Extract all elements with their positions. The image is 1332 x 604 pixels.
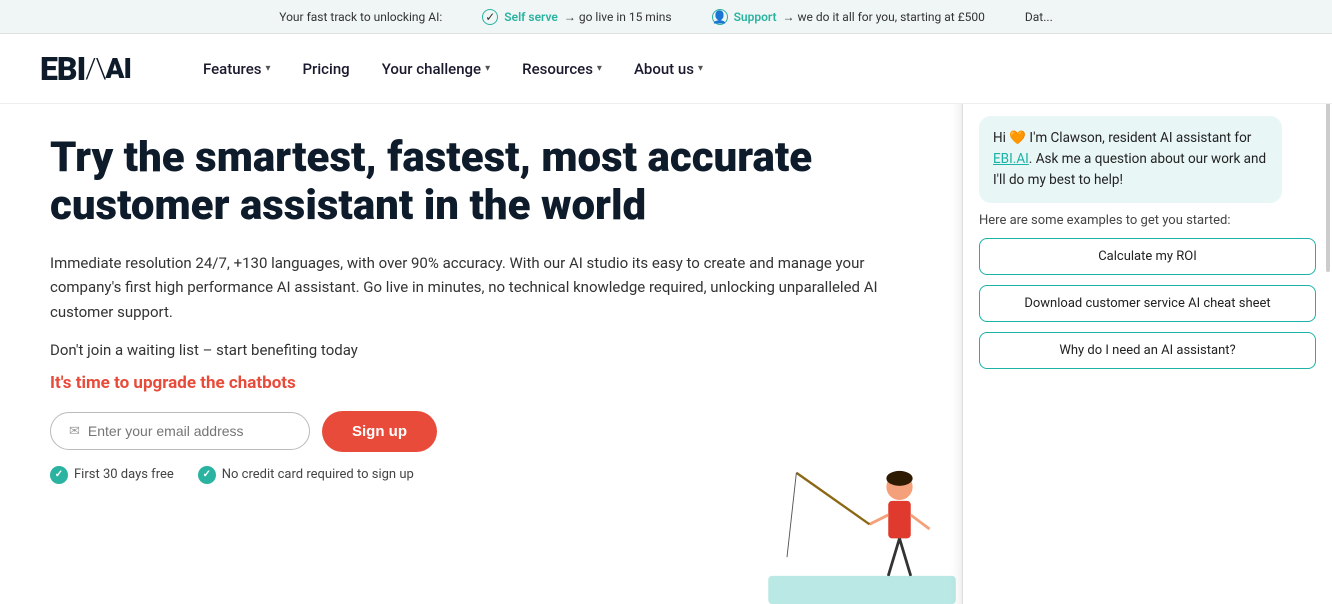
resources-chevron: ▾ xyxy=(597,63,602,74)
check-icon-1: ✓ xyxy=(50,466,68,484)
nav-link-pricing[interactable]: Pricing xyxy=(290,52,361,86)
bot-message-greeting: Hi 🧡 I'm Clawson, resident AI assistant … xyxy=(979,116,1316,203)
nav-link-features[interactable]: Features ▾ xyxy=(191,52,283,86)
hero-description: Immediate resolution 24/7, +130 language… xyxy=(50,251,910,325)
badge-free-trial: ✓ First 30 days free xyxy=(50,466,174,484)
logo-ebi: EBI xyxy=(40,50,85,88)
nav-link-challenge[interactable]: Your challenge ▾ xyxy=(370,52,502,86)
email-input-wrap[interactable]: ✉ xyxy=(50,412,310,450)
features-chevron: ▾ xyxy=(265,63,270,74)
main-area: Try the smartest, fastest, most accurate… xyxy=(0,104,1332,604)
chat-body: Clawson has joined the chat Hi 🧡 I'm Cla… xyxy=(963,104,1332,604)
badge-no-card: ✓ No credit card required to sign up xyxy=(198,466,414,484)
nav-links: Features ▾ Pricing Your challenge ▾ Reso… xyxy=(191,52,715,86)
nav-item-challenge[interactable]: Your challenge ▾ xyxy=(370,52,502,86)
email-input[interactable] xyxy=(88,423,291,439)
badge-free-label: First 30 days free xyxy=(74,467,174,482)
chat-scrollbar[interactable] xyxy=(1326,104,1330,272)
check-icon-2: ✓ xyxy=(198,466,216,484)
signup-button[interactable]: Sign up xyxy=(322,411,437,452)
top-bar-prefix: Your fast track to unlocking AI: xyxy=(279,10,442,24)
chat-bubble-greeting: Hi 🧡 I'm Clawson, resident AI assistant … xyxy=(979,116,1282,203)
nav-item-about[interactable]: About us ▾ xyxy=(622,52,715,86)
illustration xyxy=(767,454,957,604)
ebi-link[interactable]: EBI.AI xyxy=(993,151,1029,167)
navbar: EBI/\AI Features ▾ Pricing Your challeng… xyxy=(0,34,1332,104)
hero-cta-line: Don't join a waiting list – start benefi… xyxy=(50,341,910,359)
challenge-chevron: ▾ xyxy=(485,63,490,74)
logo-ai: AI xyxy=(105,52,131,85)
examples-label: Here are some examples to get you starte… xyxy=(979,213,1316,228)
chat-widget: Clawson ✕ Clawson has joined the chat Hi… xyxy=(962,104,1332,604)
hero-title: Try the smartest, fastest, most accurate… xyxy=(50,134,910,231)
upgrade-text: It's time to upgrade the chatbots xyxy=(50,373,910,393)
suggestion-roi[interactable]: Calculate my ROI xyxy=(979,238,1316,275)
nav-link-resources[interactable]: Resources ▾ xyxy=(510,52,614,86)
suggestion-cheatsheet[interactable]: Download customer service AI cheat sheet xyxy=(979,285,1316,322)
nav-item-resources[interactable]: Resources ▾ xyxy=(510,52,614,86)
top-bar-support[interactable]: 👤 Support → we do it all for you, starti… xyxy=(712,9,985,25)
about-chevron: ▾ xyxy=(698,63,703,74)
logo-slash: /\ xyxy=(85,52,105,85)
suggestion-why-ai[interactable]: Why do I need an AI assistant? xyxy=(979,332,1316,369)
selfserve-icon: ✓ xyxy=(482,9,498,25)
email-icon: ✉ xyxy=(69,424,80,439)
signup-row: ✉ Sign up xyxy=(50,411,910,452)
nav-link-about[interactable]: About us ▾ xyxy=(622,52,715,86)
top-bar-selfserve[interactable]: ✓ Self serve → go live in 15 mins xyxy=(482,9,671,25)
top-bar-dat: Dat... xyxy=(1025,10,1053,24)
logo[interactable]: EBI/\AI xyxy=(40,50,131,88)
nav-item-pricing[interactable]: Pricing xyxy=(290,52,361,86)
nav-item-features[interactable]: Features ▾ xyxy=(191,52,283,86)
badge-card-label: No credit card required to sign up xyxy=(222,467,414,482)
top-bar: Your fast track to unlocking AI: ✓ Self … xyxy=(0,0,1332,34)
support-icon: 👤 xyxy=(712,9,728,25)
